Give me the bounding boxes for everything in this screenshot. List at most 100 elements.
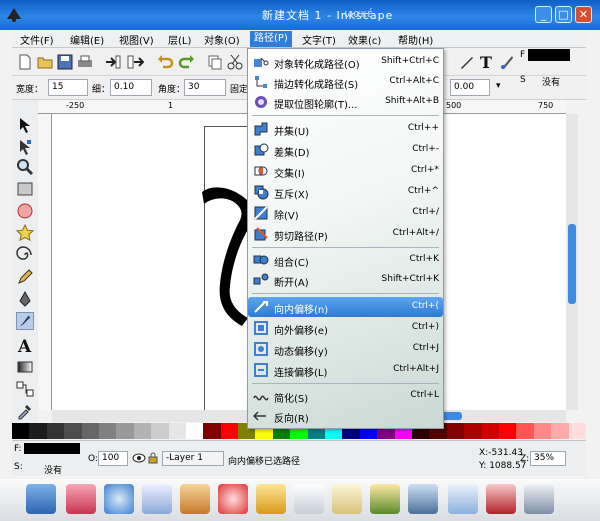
menu-item-union[interactable]: 并集(U) Ctrl++ (248, 119, 443, 139)
palette-swatch[interactable] (133, 423, 152, 439)
fill-stroke-icon[interactable] (498, 53, 516, 71)
palette-swatch[interactable] (29, 423, 47, 439)
export-icon[interactable] (126, 53, 144, 71)
palette-swatch[interactable] (185, 423, 204, 439)
spiral-tool-icon[interactable] (16, 246, 34, 264)
pencil-tool-icon[interactable] (16, 268, 34, 286)
palette-swatch[interactable] (12, 423, 30, 439)
zoom-tool-icon[interactable] (16, 158, 34, 176)
dropdown-arrow-icon[interactable]: ▾ (496, 81, 501, 91)
selector-tool-icon[interactable] (16, 116, 34, 134)
menu-file[interactable]: 文件(F) (20, 32, 54, 47)
menu-item-inset[interactable]: 向内偏移(n) Ctrl+( (248, 297, 443, 317)
palette-swatch[interactable] (64, 423, 82, 439)
pen-tool-icon[interactable] (16, 290, 34, 308)
undo-icon[interactable] (156, 53, 174, 71)
picture-dock-icon[interactable] (370, 484, 400, 514)
menu-path[interactable]: 路径(P) (250, 31, 292, 47)
file-manager-dock-icon[interactable] (26, 484, 56, 514)
menu-item-simplify[interactable]: 简化(S) Ctrl+L (248, 386, 443, 406)
text-tool-icon[interactable]: A (16, 336, 34, 354)
menu-item-linked-offset[interactable]: 连接偏移(L) Ctrl+Alt+J (248, 360, 443, 380)
calligraphy-tool-icon[interactable] (16, 312, 34, 330)
star-tool-icon[interactable] (16, 224, 34, 242)
menu-item-cut-path[interactable]: 剪切路径(P) Ctrl+Alt+/ (248, 224, 443, 244)
dropper-tool-icon[interactable] (16, 402, 34, 420)
cd-burner-dock-icon[interactable] (104, 484, 134, 514)
palette-swatch[interactable] (551, 423, 569, 439)
menu-item-object-to-path[interactable]: 对象转化成路径(O) Shift+Ctrl+C (248, 52, 443, 72)
menu-edit[interactable]: 编辑(E) (70, 32, 104, 47)
menu-item-outset[interactable]: 向外偏移(e) Ctrl+) (248, 318, 443, 338)
palette-swatch[interactable] (203, 423, 221, 439)
menu-item-exclusion[interactable]: 互斥(X) Ctrl+^ (248, 182, 443, 202)
layer-dropdown[interactable]: -Layer 1 (162, 451, 224, 466)
angle-spinbox[interactable]: 30 (184, 79, 226, 96)
copy-icon[interactable] (206, 53, 224, 71)
palette-swatch[interactable] (220, 423, 239, 439)
vertical-scrollbar[interactable] (566, 114, 578, 410)
settings-dock-icon[interactable] (66, 484, 96, 514)
menu-effects[interactable]: 效果(c) (348, 32, 381, 47)
menu-object[interactable]: 对象(O) (204, 32, 240, 47)
document-dock-icon[interactable] (294, 484, 324, 514)
ellipse-tool-icon[interactable] (16, 202, 34, 220)
palette-swatch[interactable] (516, 423, 534, 439)
import-icon[interactable] (104, 53, 122, 71)
palette-swatch[interactable] (168, 423, 186, 439)
menu-item-division[interactable]: 除(V) Ctrl+/ (248, 203, 443, 223)
text-editor-dock-icon[interactable] (142, 484, 172, 514)
minimize-button[interactable]: _ (535, 6, 552, 23)
palette-swatch[interactable] (46, 423, 65, 439)
palette-swatch[interactable] (116, 423, 134, 439)
menu-item-reverse[interactable]: 反向(R) (248, 406, 443, 426)
palette-swatch[interactable] (481, 423, 499, 439)
node-tool-icon[interactable] (16, 138, 34, 156)
palette-swatch[interactable] (151, 423, 169, 439)
menu-item-trace-bitmap[interactable]: 提取位图轮廓(T)... Shift+Alt+B (248, 92, 443, 112)
camera-dock-icon[interactable] (524, 484, 554, 514)
vertical-scrollbar-thumb[interactable] (568, 224, 576, 304)
palette-swatch[interactable] (446, 423, 465, 439)
menu-item-intersection[interactable]: 交集(I) Ctrl+* (248, 161, 443, 181)
menu-text[interactable]: 文字(T) (302, 32, 336, 47)
palette-swatch[interactable] (498, 423, 517, 439)
menu-help[interactable]: 帮助(H) (398, 32, 433, 47)
thinning-spinbox[interactable]: 0.10 (110, 79, 152, 96)
print-icon[interactable] (76, 53, 94, 71)
eye-visibility-icon[interactable] (132, 452, 146, 464)
gradient-tool-icon[interactable] (16, 358, 34, 376)
network-dock-icon[interactable] (218, 484, 248, 514)
office-dock-icon[interactable] (486, 484, 516, 514)
xml-editor-icon[interactable] (458, 53, 476, 71)
cut-icon[interactable] (226, 53, 244, 71)
image-viewer-dock-icon[interactable] (180, 484, 210, 514)
printer-dock-icon[interactable] (408, 484, 438, 514)
monitor-dock-icon[interactable] (448, 484, 478, 514)
menu-item-combine[interactable]: 组合(C) Ctrl+K (248, 250, 443, 270)
fill-swatch[interactable] (528, 49, 570, 61)
menu-view[interactable]: 视图(V) (119, 32, 154, 47)
photo-editor-dock-icon[interactable] (256, 484, 286, 514)
opacity-spinbox[interactable]: 100 (98, 451, 128, 466)
close-button[interactable]: ✕ (575, 6, 592, 23)
menu-layer[interactable]: 层(L) (168, 32, 191, 47)
palette-swatch[interactable] (533, 423, 552, 439)
maximize-button[interactable]: □ (555, 6, 572, 23)
menu-item-stroke-to-path[interactable]: 描边转化成路径(S) Ctrl+Alt+C (248, 72, 443, 92)
open-folder-icon[interactable] (36, 53, 54, 71)
drawing-dock-icon[interactable] (332, 484, 362, 514)
menu-item-difference[interactable]: 差集(D) Ctrl+- (248, 140, 443, 160)
palette-swatch[interactable] (81, 423, 99, 439)
width-spinbox[interactable]: 15 (48, 79, 88, 96)
menu-item-dynamic-offset[interactable]: 动态偏移(y) Ctrl+J (248, 339, 443, 359)
palette-swatch[interactable] (464, 423, 482, 439)
status-fill-swatch[interactable] (24, 443, 80, 454)
lock-icon[interactable] (148, 452, 158, 464)
zoom-spinbox[interactable]: 35% (530, 451, 566, 466)
text-font-icon[interactable]: T (478, 53, 496, 71)
rectangle-tool-icon[interactable] (16, 180, 34, 198)
menu-item-break-apart[interactable]: 断开(A) Shift+Ctrl+K (248, 270, 443, 290)
caps-spinbox[interactable]: 0.00 (450, 79, 490, 96)
save-icon[interactable] (56, 53, 74, 71)
